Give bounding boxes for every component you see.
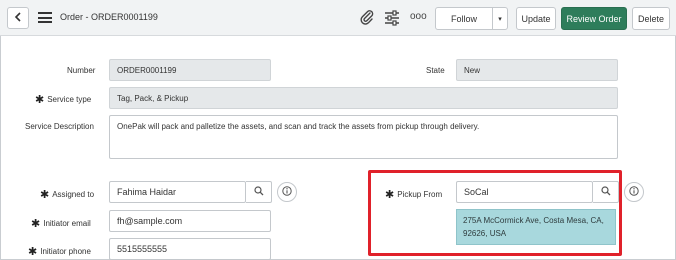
assigned-to-field[interactable]: Fahima Haidar [109,181,246,203]
sliders-icon[interactable] [384,10,400,26]
number-field[interactable]: ORDER0001199 [109,59,271,81]
address-line-2: 92626, USA [463,229,507,238]
initiator-phone-label: ✱ Initiator phone [28,246,91,258]
address-line-1: 275A McCormick Ave, Costa Mesa, CA, [463,216,604,225]
required-icon: ✱ [35,94,45,106]
hamburger-icon[interactable] [38,12,52,23]
search-icon [600,186,611,198]
assigned-to-label: ✱ Assigned to [40,189,95,201]
pickup-from-label: ✱ Pickup From [385,189,443,201]
state-label: State [426,66,445,75]
assigned-to-info-button[interactable] [277,182,297,202]
required-icon: ✱ [28,246,38,258]
delete-button[interactable]: Delete [632,7,670,30]
follow-dropdown-button[interactable]: ▾ [492,7,508,30]
pickup-from-info-button[interactable] [624,182,644,202]
pickup-from-field[interactable]: SoCal [456,181,593,203]
more-options-icon[interactable]: ooo [410,11,427,22]
service-description-label: Service Description [25,122,94,131]
search-icon [253,186,264,198]
paperclip-icon[interactable] [359,9,375,25]
update-button[interactable]: Update [516,7,556,30]
initiator-email-field[interactable]: fh@sample.com [109,210,271,232]
info-icon [629,186,639,198]
required-icon: ✱ [385,189,395,201]
required-icon: ✱ [40,189,50,201]
form-header: Order - ORDER0001199 ooo Follow ▾ Update… [0,0,676,36]
required-icon: ✱ [31,218,41,230]
state-field[interactable]: New [456,59,618,81]
page-title: Order - ORDER0001199 [60,12,158,22]
pickup-address-suggestion[interactable]: 275A McCormick Ave, Costa Mesa, CA, 9262… [456,209,616,245]
follow-button[interactable]: Follow [435,7,493,30]
back-button[interactable] [7,7,29,29]
info-icon [282,186,292,198]
initiator-phone-field[interactable]: 5515555555 [109,238,271,260]
pickup-from-search-button[interactable] [593,181,619,203]
chevron-left-icon [14,11,22,25]
service-type-label: ✱ Service type [35,94,92,106]
initiator-email-label: ✱ Initiator email [31,218,91,230]
review-order-button[interactable]: Review Order [561,7,627,30]
assigned-to-search-button[interactable] [246,181,272,203]
number-label: Number [67,66,96,75]
service-type-field[interactable]: Tag, Pack, & Pickup [109,87,618,109]
service-description-field[interactable]: OnePak will pack and palletize the asset… [109,115,618,159]
